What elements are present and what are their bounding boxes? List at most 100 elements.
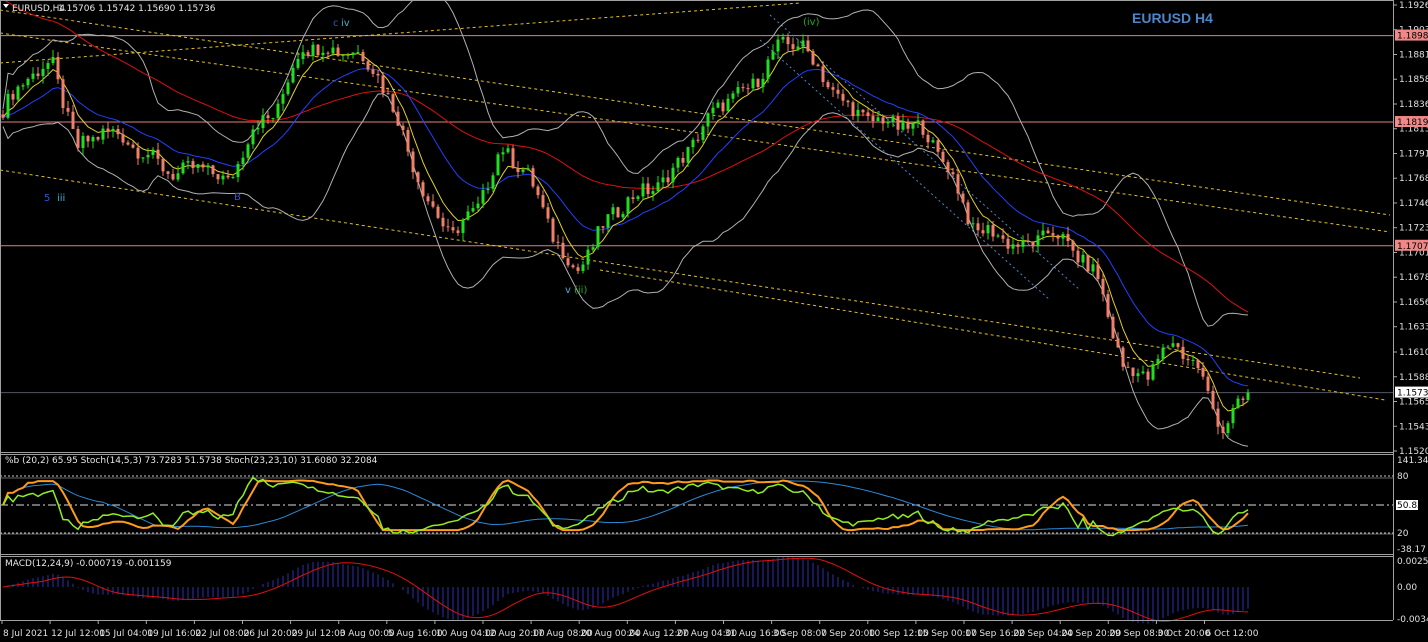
candle-body [841,93,845,101]
candle-body [26,78,30,86]
candle-body [466,211,470,220]
candle [616,206,620,218]
candle-body [1111,316,1115,339]
candle-body [521,169,525,173]
candle [551,216,555,244]
candle-body [1026,240,1030,243]
candle-body [856,109,860,117]
candle-body [826,82,830,88]
candle-body [1166,346,1170,348]
candle [1151,361,1155,382]
candle-body [161,158,165,172]
axis-label: 80 [1397,472,1409,482]
candle-body [201,164,205,168]
candle [6,89,10,120]
candle-body [1116,338,1120,348]
candle-body [396,111,400,126]
candle-body [676,157,680,168]
candle-body [561,242,565,259]
candle-body [516,168,520,173]
candle-body [346,54,350,56]
candle-body [136,147,140,159]
candle-body [1101,278,1105,295]
candle-body [1046,230,1050,234]
candle-body [616,207,620,218]
candle-body [241,157,245,164]
time-label: 12 Jul 12:00 [51,629,105,639]
candle-body [46,63,50,69]
candle-body [991,225,995,237]
time-label: 5 Aug 16:00 [388,629,443,639]
axis-label: 1.16105 [1399,348,1428,358]
candle-body [1241,398,1245,400]
candle-body [456,230,460,233]
candle-body [86,135,90,142]
candle-body [746,88,750,90]
candle [76,125,80,152]
candle-body [81,135,85,148]
candle-body [726,98,730,112]
candle-body [1036,235,1040,247]
macd-label: MACD(12,24,9) -0.000719 -0.001159 [5,559,172,569]
wave-label: iii [57,193,65,204]
candle-body [946,162,950,173]
candle-body [1196,359,1200,368]
candle-body [831,87,835,90]
candle-body [1176,343,1180,347]
candle-body [96,137,100,140]
candle-body [1071,241,1075,251]
wave-label: (ii) [574,285,587,296]
candle [966,199,970,227]
candle-body [1081,254,1085,263]
candle-body [906,121,910,129]
candle-body [321,52,325,56]
candle-body [1186,358,1190,361]
candle-body [566,258,570,266]
candle-body [531,168,535,187]
axis-label: 1.16335 [1399,323,1428,333]
candle-body [891,116,895,122]
candle-body [661,177,665,183]
candle-body [1156,358,1160,365]
candle-body [1106,294,1110,317]
candle-body [741,87,745,89]
wave-label: c [333,18,339,29]
candle-body [1151,364,1155,380]
axis-label: 1.17910 [1399,149,1428,159]
candle-body [806,40,810,52]
axis-label: 0.00 [1397,583,1417,593]
candle-body [171,173,175,180]
candle-body [1221,426,1225,434]
candle-body [1206,376,1210,391]
candle-body [681,157,685,163]
candle-body [56,57,60,80]
candle-body [1096,264,1100,279]
candle-body [596,226,600,248]
candle-body [316,44,320,56]
candle-body [1056,235,1060,239]
candle-body [486,188,490,191]
axis-label: 1.16785 [1399,273,1428,283]
candle-body [771,51,775,60]
candle-body [1021,240,1025,247]
price-chart[interactable]: EURUSD H4 c iv (iv) 5 iii B v (ii) EURUS… [0,0,1428,642]
candle-body [76,128,80,148]
candle-body [756,78,760,87]
candle-body [1246,392,1250,400]
candle-body [796,46,800,49]
candle-body [881,117,885,124]
candle-body [781,37,785,40]
candle-body [666,177,670,183]
axis-label: 1.15430 [1399,422,1428,432]
candle-body [1051,233,1055,236]
candle-body [511,148,515,169]
candle-body [266,115,270,119]
candle-body [356,52,360,54]
candle-body [341,55,345,57]
candle-body [1236,398,1240,409]
candle [531,165,535,189]
candle-body [876,117,880,122]
candle-body [836,89,840,94]
candle-body [461,219,465,233]
candle-body [491,175,495,189]
